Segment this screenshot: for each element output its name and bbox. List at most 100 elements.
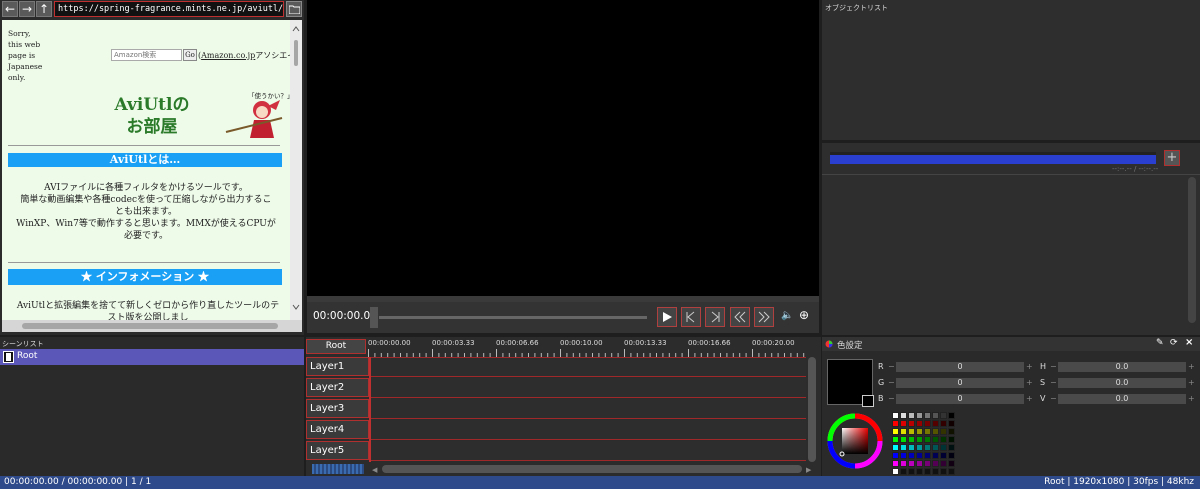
slider-r[interactable]: 0 <box>896 362 1024 372</box>
slider-s[interactable]: 0.0 <box>1058 378 1186 388</box>
layer-lane[interactable] <box>370 420 806 440</box>
eyedropper-icon[interactable]: ✎ <box>1156 338 1164 348</box>
palette-swatch[interactable] <box>932 412 939 419</box>
page-horizontal-scrollbar[interactable] <box>2 320 302 332</box>
palette-swatch[interactable] <box>932 452 939 459</box>
palette-swatch[interactable] <box>900 468 907 475</box>
zoom-icon[interactable]: ⊕ <box>799 308 809 322</box>
color-swatch-secondary[interactable] <box>862 395 874 407</box>
timeline-horizontal-scrollbar[interactable] <box>382 465 802 473</box>
palette-swatch[interactable] <box>916 460 923 467</box>
palette-swatch[interactable] <box>916 444 923 451</box>
plus-icon[interactable]: + <box>1026 362 1033 371</box>
color-palette[interactable] <box>892 412 956 476</box>
seek-track[interactable] <box>379 316 647 319</box>
slider-g[interactable]: 0 <box>896 378 1024 388</box>
palette-swatch[interactable] <box>900 412 907 419</box>
prev-frame-button[interactable] <box>681 307 701 327</box>
layer-header-1[interactable]: Layer1 <box>306 357 369 376</box>
next-frame-button[interactable] <box>705 307 725 327</box>
palette-swatch[interactable] <box>916 468 923 475</box>
palette-swatch[interactable] <box>908 468 915 475</box>
palette-swatch[interactable] <box>940 412 947 419</box>
plus-icon[interactable]: + <box>1188 362 1195 371</box>
palette-swatch[interactable] <box>924 460 931 467</box>
palette-swatch[interactable] <box>932 444 939 451</box>
root-scene-button[interactable]: Root <box>306 339 366 354</box>
palette-swatch[interactable] <box>900 420 907 427</box>
palette-swatch[interactable] <box>924 412 931 419</box>
refresh-icon[interactable]: ⟳ <box>1170 338 1178 348</box>
palette-swatch[interactable] <box>948 468 955 475</box>
amazon-link[interactable]: Amazon.co.jp <box>201 51 255 60</box>
layer-header-5[interactable]: Layer5 <box>306 441 369 460</box>
palette-swatch[interactable] <box>908 436 915 443</box>
scrollbar-thumb[interactable] <box>22 323 278 329</box>
palette-swatch[interactable] <box>924 420 931 427</box>
palette-swatch[interactable] <box>892 452 899 459</box>
palette-swatch[interactable] <box>908 420 915 427</box>
close-icon[interactable]: × <box>1185 337 1193 348</box>
palette-swatch[interactable] <box>900 444 907 451</box>
palette-swatch[interactable] <box>900 436 907 443</box>
palette-swatch[interactable] <box>892 436 899 443</box>
palette-swatch[interactable] <box>900 452 907 459</box>
palette-swatch[interactable] <box>916 412 923 419</box>
fast-forward-button[interactable] <box>754 307 774 327</box>
slider-b[interactable]: 0 <box>896 394 1024 404</box>
palette-swatch[interactable] <box>924 428 931 435</box>
playhead[interactable] <box>369 357 371 462</box>
layer-header-2[interactable]: Layer2 <box>306 378 369 397</box>
palette-swatch[interactable] <box>924 452 931 459</box>
palette-swatch[interactable] <box>932 428 939 435</box>
palette-swatch[interactable] <box>948 412 955 419</box>
forward-button[interactable]: → <box>19 1 35 17</box>
palette-swatch[interactable] <box>948 428 955 435</box>
palette-swatch[interactable] <box>892 468 899 475</box>
zoom-slider[interactable] <box>312 464 364 474</box>
minus-icon[interactable]: − <box>888 362 895 371</box>
chevron-down-icon[interactable] <box>292 304 300 310</box>
palette-swatch[interactable] <box>892 420 899 427</box>
palette-swatch[interactable] <box>940 460 947 467</box>
scrollbar-thumb[interactable] <box>294 40 298 66</box>
palette-swatch[interactable] <box>932 436 939 443</box>
volume-icon[interactable]: 🔈 <box>781 310 793 321</box>
layer-lane[interactable] <box>370 378 806 398</box>
palette-swatch[interactable] <box>948 444 955 451</box>
palette-swatch[interactable] <box>908 428 915 435</box>
palette-swatch[interactable] <box>932 468 939 475</box>
palette-swatch[interactable] <box>932 420 939 427</box>
go-button[interactable]: Go <box>183 49 197 61</box>
palette-swatch[interactable] <box>916 452 923 459</box>
palette-swatch[interactable] <box>900 428 907 435</box>
palette-swatch[interactable] <box>940 436 947 443</box>
play-button[interactable] <box>657 307 677 327</box>
minus-icon[interactable]: − <box>1050 362 1057 371</box>
minus-icon[interactable]: − <box>888 378 895 387</box>
url-field[interactable]: https://spring-fragrance.mints.ne.jp/avi… <box>54 1 284 17</box>
minus-icon[interactable]: − <box>1050 394 1057 403</box>
palette-swatch[interactable] <box>892 428 899 435</box>
panel-scrollbar[interactable] <box>1188 177 1196 323</box>
layer-lane[interactable] <box>370 399 806 419</box>
palette-swatch[interactable] <box>908 444 915 451</box>
palette-swatch[interactable] <box>940 428 947 435</box>
open-folder-button[interactable] <box>286 1 302 17</box>
palette-swatch[interactable] <box>948 420 955 427</box>
palette-swatch[interactable] <box>948 436 955 443</box>
palette-swatch[interactable] <box>932 460 939 467</box>
minus-icon[interactable]: − <box>1050 378 1057 387</box>
plus-icon[interactable]: + <box>1026 394 1033 403</box>
back-button[interactable]: ← <box>2 1 18 17</box>
palette-swatch[interactable] <box>940 444 947 451</box>
layer-lane[interactable] <box>370 441 806 461</box>
amazon-search-input[interactable] <box>111 49 182 61</box>
plus-icon[interactable]: + <box>1026 378 1033 387</box>
minus-icon[interactable]: − <box>888 394 895 403</box>
palette-swatch[interactable] <box>924 436 931 443</box>
palette-swatch[interactable] <box>940 420 947 427</box>
palette-swatch[interactable] <box>908 412 915 419</box>
plus-icon[interactable]: + <box>1188 378 1195 387</box>
chevron-right-icon[interactable]: ▶ <box>806 466 811 474</box>
